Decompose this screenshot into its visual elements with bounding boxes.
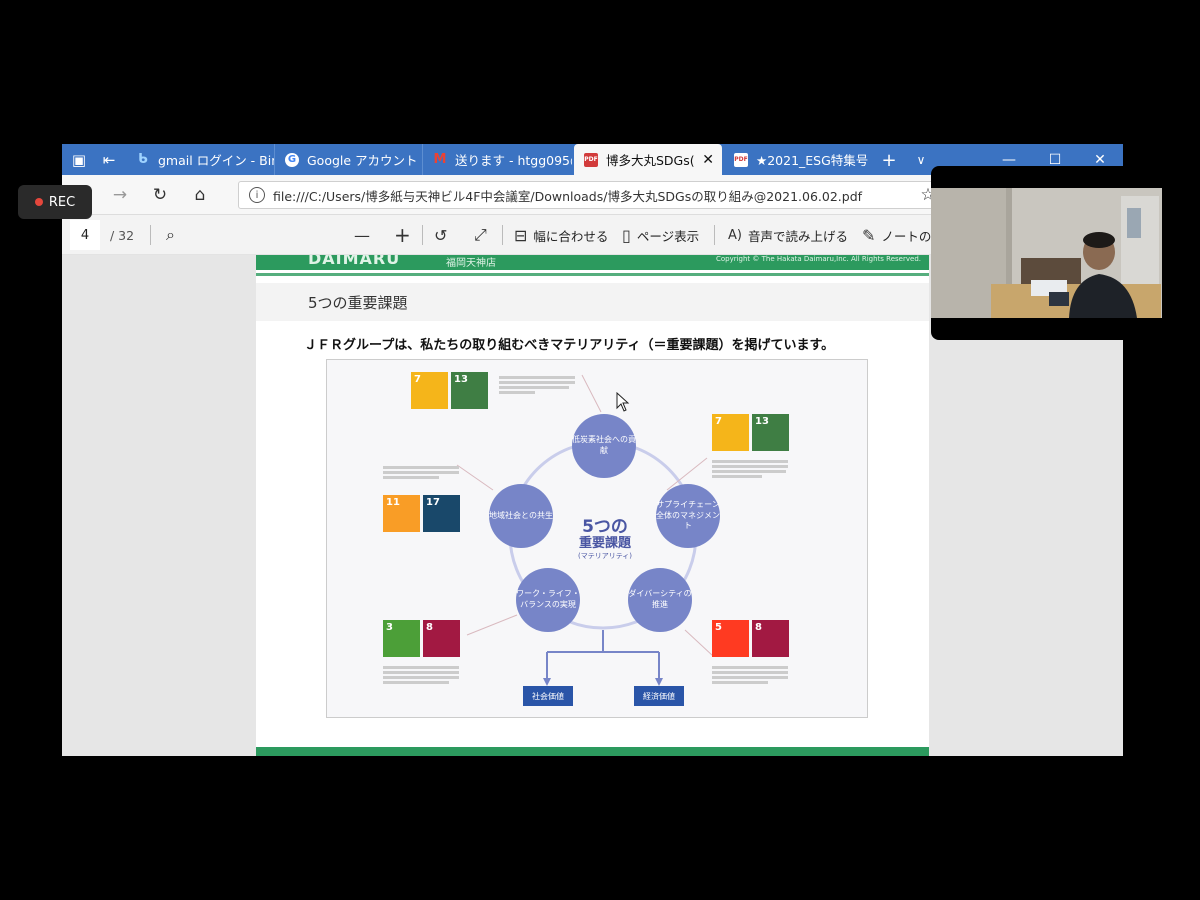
copyright: Copyright © The Hakata Daimaru,Inc. All … [715,255,921,263]
bing-icon: ᑲ [138,152,148,167]
set-tabs-aside-icon[interactable]: ⇤ [98,150,120,170]
gmail-icon: M [433,152,447,167]
header-rule [256,273,929,276]
rotate-button[interactable]: ↺ [434,215,453,255]
home-icon[interactable]: ⌂ [186,183,214,207]
fit-width-icon: ⊟ [514,225,528,245]
refresh-icon[interactable]: ↻ [146,183,174,207]
page-view-button[interactable]: ▯ ページ表示 [622,215,699,255]
node-supply-chain: サプライチェーン全体のマネジメント [656,484,720,548]
sdg-17-icon: 17 [423,495,460,532]
text-block-work-life [383,664,463,686]
sdg-8-icon: 8 [423,620,460,657]
page-footer-band [256,747,929,756]
chevron-down-icon[interactable]: ∨ [910,150,932,170]
text-block-community [383,464,463,481]
pdf-page: DAIMARU 福岡天神店 Copyright © The Hakata Dai… [256,255,929,756]
sdg-11-icon: 11 [383,495,420,532]
node-low-carbon: 低炭素社会への貢献 [572,414,636,478]
store-name: 福岡天神店 [446,258,496,269]
economic-value-box: 経済価値 [634,686,684,706]
rotate-icon: ↺ [434,225,448,245]
tab-google-account[interactable]: G Google アカウント [274,144,422,175]
divider [422,225,423,245]
search-icon: ⌕ [166,225,175,244]
sdg-3-icon: 3 [383,620,420,657]
read-aloud-button[interactable]: A) 音声で読み上げる [728,215,848,255]
sdg-7-icon: 7 [411,372,448,409]
daimaru-logo: DAIMARU [308,255,401,268]
webcam-preview [931,166,1162,340]
read-aloud-icon: A) [728,227,742,243]
sdg-13-icon: 13 [451,372,488,409]
divider [150,225,151,245]
sdg-13-icon: 13 [752,414,789,451]
fit-width-button[interactable]: ⊟ 幅に合わせる [514,215,608,255]
close-icon[interactable]: ✕ [702,152,714,168]
center-subtitle: (マテリアリティ) [577,552,633,560]
social-value-box: 社会価値 [523,686,573,706]
sdg-8-icon: 8 [752,620,789,657]
page-header-band: DAIMARU 福岡天神店 Copyright © The Hakata Dai… [256,255,929,270]
expand-icon: ⤢ [474,225,487,244]
pen-icon: ✎ [862,225,876,245]
webcam-video [931,188,1162,318]
forward-icon[interactable]: → [106,183,134,207]
plus-icon: + [394,223,411,247]
node-diversity: ダイバーシティの推進 [628,568,692,632]
section-title: 5つの重要課題 [308,294,408,312]
zoom-out-button[interactable]: — [354,215,376,255]
pdf-icon: PDF [584,152,598,167]
record-dot-icon [34,198,43,206]
tab-bing[interactable]: ᑲ gmail ログイン - Bing [126,144,274,175]
materiality-diagram: 低炭素社会への貢献 サプライチェーン全体のマネジメント ダイバーシティの推進 ワ… [326,359,868,718]
find-button[interactable]: ⌕ [166,215,181,255]
minus-icon: — [354,225,370,245]
recording-indicator: REC [18,185,92,219]
tab-actions-icon[interactable]: ▣ [68,150,90,170]
text-block-low-carbon [499,374,579,396]
divider [714,225,715,245]
page-icon: ▯ [622,225,631,245]
page-total: / 32 [110,227,135,243]
info-icon[interactable]: i [249,187,265,203]
text-block-diversity [712,664,792,686]
text-block-supply-chain [712,458,792,480]
new-tab-icon[interactable]: + [878,150,900,171]
tab-pdf-active[interactable]: PDF 博多大丸SDGs( ✕ [574,144,722,175]
node-work-life-balance: ワーク・ライフ・バランスの実現 [516,568,580,632]
google-icon: G [285,152,299,167]
page-number-input[interactable]: 4 [70,220,100,250]
center-title: 重要課題 [578,536,631,551]
pdf-icon: PDF [734,152,748,167]
sdg-5-icon: 5 [712,620,749,657]
tab-gmail[interactable]: M 送ります - htgg095@ [422,144,572,175]
tab-esg[interactable]: PDF ★2021_ESG特集号 [724,144,874,175]
mouse-cursor-icon [616,392,630,412]
fullscreen-button[interactable]: ⤢ [474,215,493,255]
section-heading: 5つの重要課題 [256,283,929,321]
zoom-in-button[interactable]: + [394,215,417,255]
divider [502,225,503,245]
node-community: 地域社会との共生 [489,484,553,548]
sdg-7-icon: 7 [712,414,749,451]
url-field[interactable]: i file:///C:/Users/博多紙与天神ビル4F中会議室/Downlo… [238,181,938,209]
lead-text: ＪＦＲグループは、私たちの取り組むべきマテリアリティ（＝重要課題）を掲げています… [304,338,835,353]
